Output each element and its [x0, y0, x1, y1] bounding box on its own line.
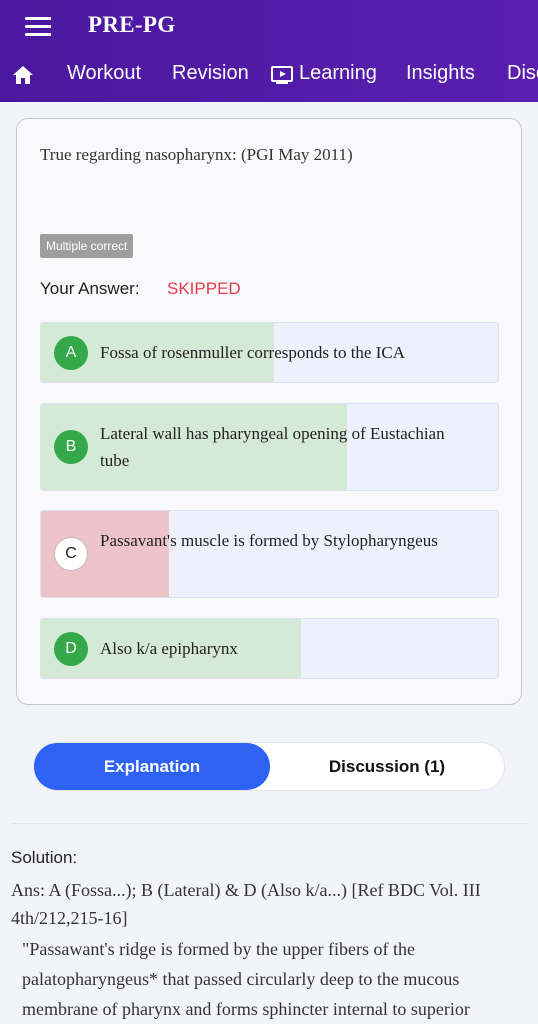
- section-divider: [11, 823, 527, 824]
- option-d[interactable]: D Also k/a epipharynx: [40, 618, 499, 679]
- option-b-text: Lateral wall has pharyngeal opening of E…: [100, 424, 445, 470]
- nav-item-discuss[interactable]: Discuss: [507, 62, 538, 85]
- option-c-text: Passavant's muscle is formed by Stylopha…: [100, 531, 438, 550]
- option-d-letter: D: [54, 632, 88, 666]
- option-a-text: Fossa of rosenmuller corresponds to the …: [100, 343, 406, 362]
- nav-item-insights[interactable]: Insights: [406, 62, 475, 85]
- menu-icon[interactable]: [25, 17, 51, 37]
- home-icon[interactable]: [12, 65, 34, 85]
- option-b-letter: B: [54, 430, 88, 464]
- nav-item-workout[interactable]: Workout: [67, 62, 141, 85]
- question-text: True regarding nasopharynx: (PGI May 201…: [40, 145, 353, 164]
- tab-discussion[interactable]: Discussion (1): [270, 743, 504, 790]
- your-answer-value: SKIPPED: [167, 279, 241, 298]
- app-title: PRE-PG: [88, 12, 176, 37]
- question-card: True regarding nasopharynx: (PGI May 201…: [16, 118, 522, 705]
- solution-label: Solution:: [11, 848, 78, 867]
- option-d-text: Also k/a epipharynx: [100, 639, 238, 658]
- option-a[interactable]: A Fossa of rosenmuller corresponds to th…: [40, 322, 499, 383]
- solution-quote: "Passawant's ridge is formed by the uppe…: [22, 939, 470, 1019]
- option-b[interactable]: B Lateral wall has pharyngeal opening of…: [40, 403, 499, 491]
- nav-item-learning[interactable]: Learning: [299, 62, 377, 85]
- tab-explanation[interactable]: Explanation: [34, 743, 270, 790]
- top-nav: Workout Revision Learning Insights Discu…: [0, 54, 538, 98]
- explanation-discussion-toggle: Explanation Discussion (1): [33, 742, 505, 791]
- option-c[interactable]: C Passavant's muscle is formed by Stylop…: [40, 510, 499, 598]
- solution-answer: Ans: A (Fossa...); B (Lateral) & D (Also…: [11, 880, 481, 928]
- option-a-letter: A: [54, 336, 88, 370]
- app-bar: PRE-PG Workout Revision Learning Insight…: [0, 0, 538, 102]
- option-c-letter: C: [54, 537, 88, 571]
- question-type-badge: Multiple correct: [40, 234, 134, 258]
- play-screen-icon: [271, 66, 293, 84]
- your-answer-label: Your Answer:: [40, 279, 140, 298]
- nav-item-revision[interactable]: Revision: [172, 62, 249, 85]
